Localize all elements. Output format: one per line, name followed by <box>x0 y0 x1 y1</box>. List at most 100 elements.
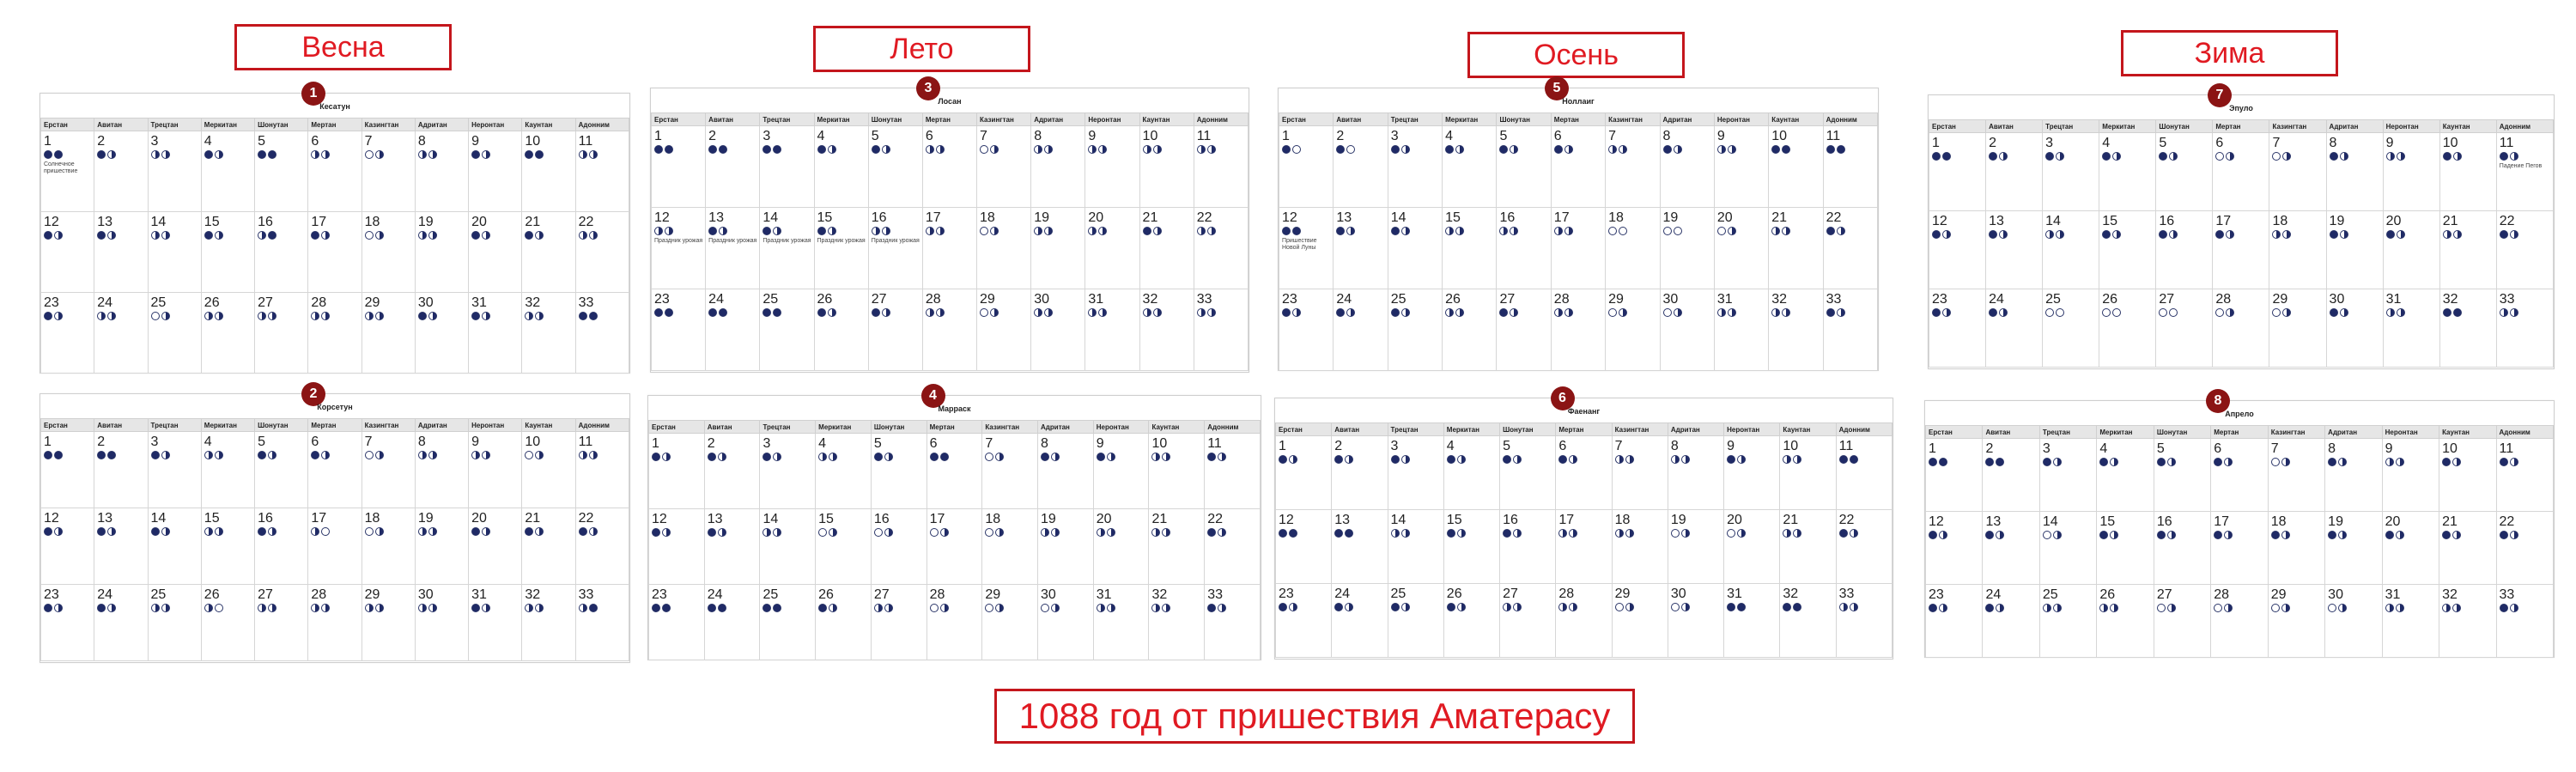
day-cell[interactable]: 18 <box>361 211 416 293</box>
day-cell[interactable]: 3 <box>1387 435 1444 510</box>
day-cell[interactable]: 5 <box>870 433 927 509</box>
day-cell[interactable]: 4 <box>1442 125 1498 208</box>
day-cell[interactable]: 24 <box>1985 289 2044 368</box>
day-cell[interactable]: 28 <box>1550 289 1607 371</box>
day-cell[interactable]: 12 Пришествие Новой Луны <box>1278 207 1334 289</box>
day-cell[interactable]: 22 <box>2495 210 2555 289</box>
day-cell[interactable]: 6 <box>307 131 362 212</box>
day-cell[interactable]: 24 <box>1982 584 2040 658</box>
day-cell[interactable]: 23 <box>1274 583 1333 658</box>
day-cell[interactable]: 12 <box>39 508 95 585</box>
day-cell[interactable]: 24 <box>1331 583 1388 658</box>
day-cell[interactable]: 4 <box>815 433 872 509</box>
day-cell[interactable]: 13 <box>94 508 149 585</box>
day-cell[interactable]: 19 <box>1659 207 1715 289</box>
day-cell[interactable]: 12 Праздник урожая <box>650 207 707 289</box>
day-cell[interactable]: 10 <box>1779 435 1837 510</box>
day-cell[interactable]: 1 Солнечное пришествие <box>39 131 95 212</box>
day-cell[interactable]: 14 Праздник урожая <box>759 207 815 289</box>
day-cell[interactable]: 8 <box>1659 125 1715 208</box>
day-cell[interactable]: 30 <box>1030 289 1086 371</box>
day-cell[interactable]: 33 <box>1835 583 1893 658</box>
day-cell[interactable]: 28 <box>307 292 362 374</box>
day-cell[interactable]: 19 <box>414 211 470 293</box>
day-cell[interactable]: 7 <box>1605 125 1661 208</box>
day-cell[interactable]: 11 <box>1822 125 1879 208</box>
day-cell[interactable]: 32 <box>2439 289 2497 368</box>
day-cell[interactable]: 18 <box>981 508 1039 585</box>
day-cell[interactable]: 33 <box>1204 584 1261 660</box>
day-cell[interactable]: 25 <box>147 292 202 374</box>
day-cell[interactable]: 9 <box>2382 132 2440 211</box>
day-cell[interactable]: 30 <box>2325 289 2384 368</box>
day-cell[interactable]: 19 <box>414 508 470 585</box>
day-cell[interactable]: 23 <box>1928 289 1987 368</box>
day-cell[interactable]: 19 <box>1667 509 1725 584</box>
day-cell[interactable]: 8 <box>2324 438 2383 512</box>
day-cell[interactable]: 5 <box>867 125 923 208</box>
day-cell[interactable]: 22 <box>1835 509 1893 584</box>
day-cell[interactable]: 21 <box>521 508 576 585</box>
day-cell[interactable]: 3 <box>2038 438 2098 512</box>
day-cell[interactable]: 29 <box>361 292 416 374</box>
day-cell[interactable]: 10 <box>1139 125 1194 208</box>
day-cell[interactable]: 7 <box>1611 435 1668 510</box>
day-cell[interactable]: 2 <box>94 131 149 212</box>
day-cell[interactable]: 13 <box>1982 511 2040 585</box>
day-cell[interactable]: 20 <box>1092 508 1150 585</box>
day-cell[interactable]: 2 <box>1985 132 2044 211</box>
day-cell[interactable]: 2 <box>1982 438 2040 512</box>
day-cell[interactable]: 12 <box>1924 511 1984 585</box>
day-cell[interactable]: 4 <box>2099 132 2157 211</box>
day-cell[interactable]: 7 <box>361 431 416 508</box>
day-cell[interactable]: 30 <box>1037 584 1094 660</box>
day-cell[interactable]: 10 <box>2439 438 2497 512</box>
day-cell[interactable]: 3 <box>2042 132 2100 211</box>
day-cell[interactable]: 28 <box>2212 289 2270 368</box>
day-cell[interactable]: 31 <box>2382 289 2440 368</box>
day-cell[interactable]: 23 <box>1278 289 1334 371</box>
day-cell[interactable]: 8 <box>414 431 470 508</box>
day-cell[interactable]: 31 <box>2381 584 2440 658</box>
day-cell[interactable]: 3 <box>759 433 817 509</box>
day-cell[interactable]: 6 <box>1555 435 1613 510</box>
day-cell[interactable]: 20 <box>468 211 523 293</box>
day-cell[interactable]: 11 <box>574 431 630 508</box>
day-cell[interactable]: 13 <box>703 508 761 585</box>
day-cell[interactable]: 17 <box>2210 511 2269 585</box>
day-cell[interactable]: 17 <box>921 207 978 289</box>
day-cell[interactable]: 19 <box>2325 210 2384 289</box>
day-cell[interactable]: 33 <box>1822 289 1879 371</box>
day-cell[interactable]: 10 <box>521 131 576 212</box>
day-cell[interactable]: 33 <box>2495 289 2555 368</box>
day-cell[interactable]: 3 <box>1387 125 1443 208</box>
day-cell[interactable]: 17 <box>2212 210 2270 289</box>
day-cell[interactable]: 11 <box>2495 438 2555 512</box>
day-cell[interactable]: 19 <box>2324 511 2383 585</box>
day-cell[interactable]: 21 <box>2439 210 2497 289</box>
day-cell[interactable]: 10 <box>1768 125 1824 208</box>
day-cell[interactable]: 14 <box>1387 207 1443 289</box>
day-cell[interactable]: 13 Праздник урожая <box>705 207 761 289</box>
day-cell[interactable]: 27 <box>867 289 923 371</box>
day-cell[interactable]: 27 <box>2155 289 2214 368</box>
day-cell[interactable]: 19 <box>1037 508 1094 585</box>
day-cell[interactable]: 14 <box>2042 210 2100 289</box>
day-cell[interactable]: 30 <box>1659 289 1715 371</box>
day-cell[interactable]: 28 <box>307 584 362 661</box>
day-cell[interactable]: 22 <box>1822 207 1879 289</box>
day-cell[interactable]: 16 <box>2153 511 2212 585</box>
day-cell[interactable]: 5 <box>2155 132 2214 211</box>
day-cell[interactable]: 13 <box>1333 207 1388 289</box>
day-cell[interactable]: 3 <box>147 431 202 508</box>
day-cell[interactable]: 1 <box>1928 132 1987 211</box>
day-cell[interactable]: 32 <box>1779 583 1837 658</box>
day-cell[interactable]: 7 <box>981 433 1039 509</box>
day-cell[interactable]: 31 <box>1092 584 1150 660</box>
day-cell[interactable]: 28 <box>926 584 983 660</box>
day-cell[interactable]: 15 <box>1443 509 1501 584</box>
day-cell[interactable]: 30 <box>1667 583 1725 658</box>
day-cell[interactable]: 16 <box>870 508 927 585</box>
day-cell[interactable]: 20 <box>1713 207 1770 289</box>
day-cell[interactable]: 25 <box>1387 583 1444 658</box>
